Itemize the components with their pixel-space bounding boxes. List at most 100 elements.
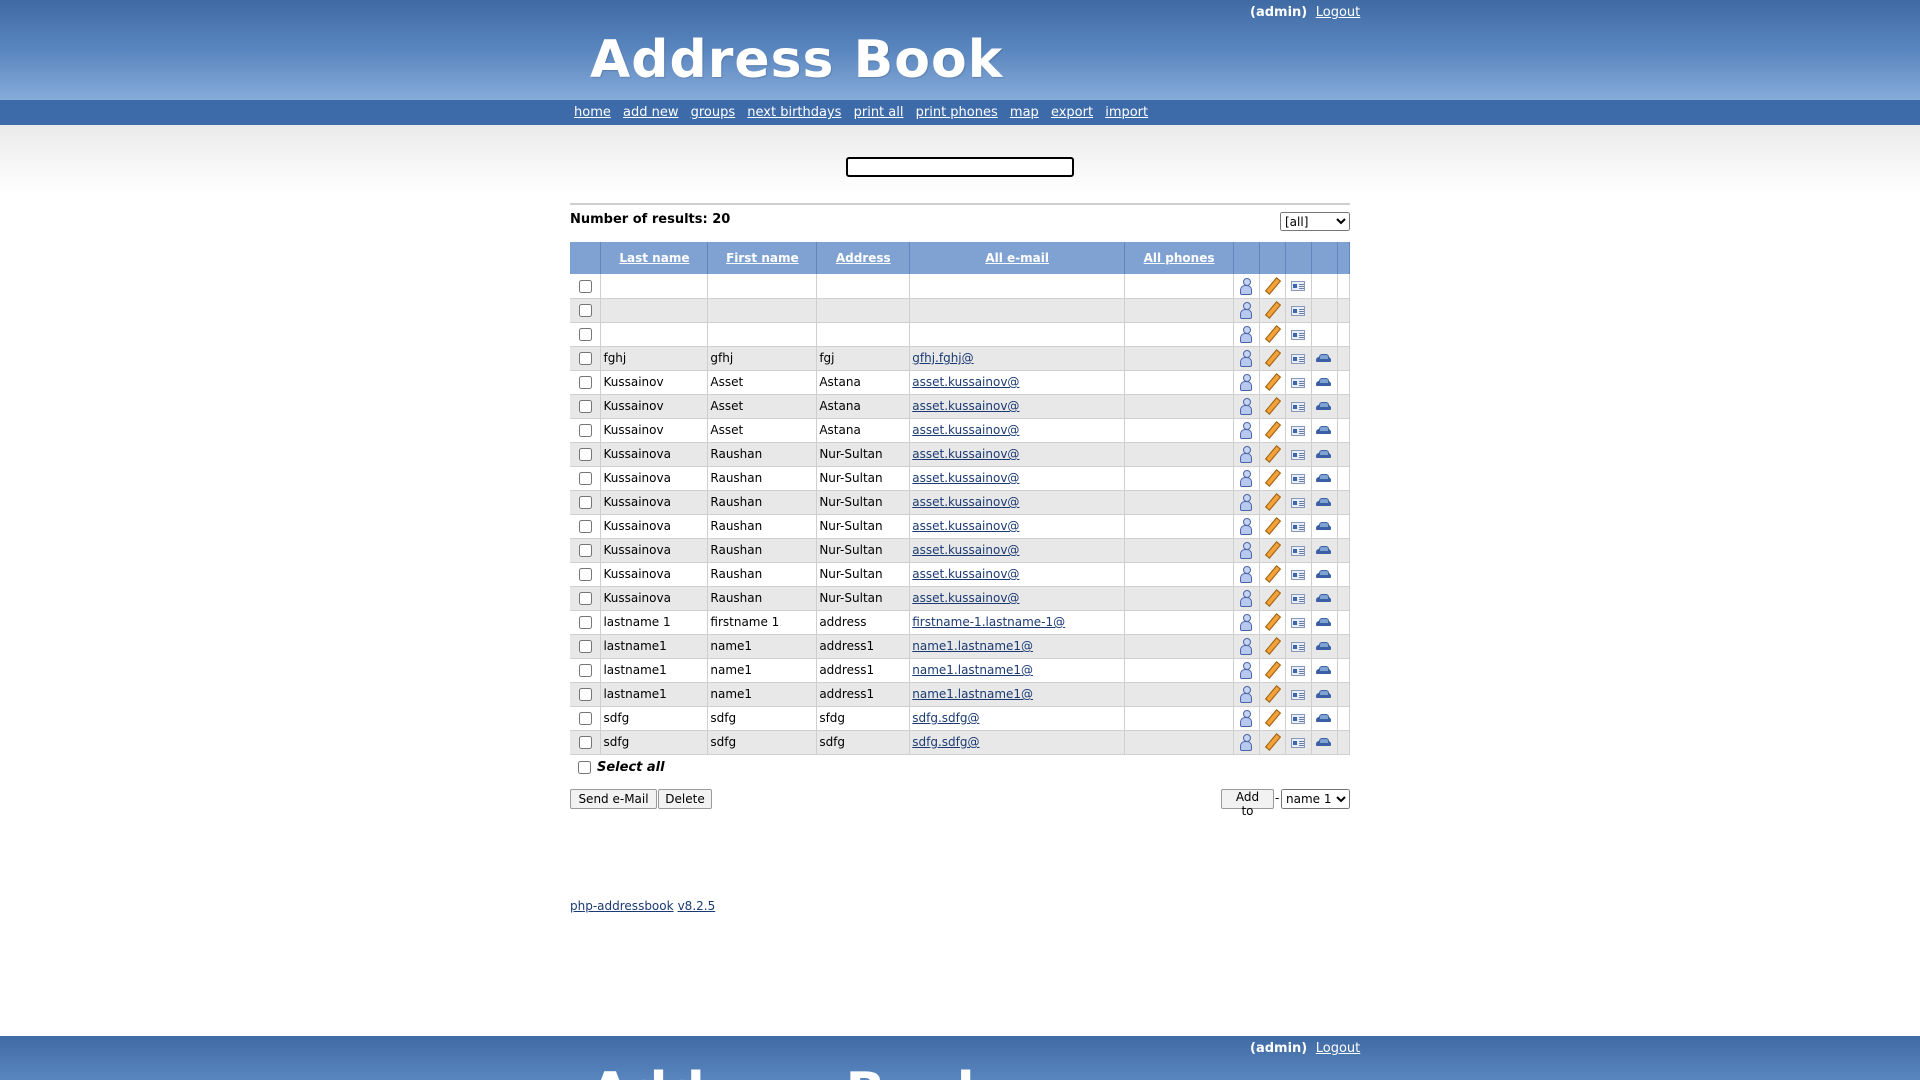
vcard-icon[interactable] [1291, 425, 1306, 436]
row-checkbox[interactable] [578, 424, 592, 437]
row-checkbox[interactable] [578, 520, 592, 533]
map-car-icon[interactable] [1316, 689, 1332, 700]
email-link[interactable]: asset.kussainov@ [912, 399, 1019, 413]
sort-last-name-link[interactable]: Last name [619, 251, 689, 265]
nav-groups[interactable]: groups [691, 105, 736, 120]
send-email-button[interactable]: Send e-Mail [570, 789, 657, 809]
nav-next-birthdays[interactable]: next birthdays [747, 105, 841, 120]
email-link[interactable]: asset.kussainov@ [912, 447, 1019, 461]
map-car-icon[interactable] [1316, 401, 1332, 412]
vcard-icon[interactable] [1291, 305, 1306, 316]
edit-pencil-icon[interactable] [1264, 494, 1280, 510]
search-input[interactable] [846, 157, 1074, 177]
map-car-icon[interactable] [1316, 521, 1332, 532]
edit-pencil-icon[interactable] [1264, 542, 1280, 558]
details-person-icon[interactable] [1240, 686, 1253, 703]
row-checkbox[interactable] [578, 496, 592, 509]
details-person-icon[interactable] [1240, 398, 1253, 415]
email-link[interactable]: name1.lastname1@ [912, 663, 1033, 677]
vcard-icon[interactable] [1291, 281, 1306, 292]
email-link[interactable]: name1.lastname1@ [912, 687, 1033, 701]
footer-logout-link[interactable]: Logout [1316, 1041, 1361, 1056]
sort-phones-link[interactable]: All phones [1144, 251, 1215, 265]
vcard-icon[interactable] [1291, 617, 1306, 628]
row-checkbox[interactable] [578, 279, 592, 293]
edit-pencil-icon[interactable] [1264, 566, 1280, 582]
edit-pencil-icon[interactable] [1264, 710, 1280, 726]
edit-pencil-icon[interactable] [1264, 302, 1280, 318]
vcard-icon[interactable] [1291, 497, 1306, 508]
edit-pencil-icon[interactable] [1264, 326, 1280, 342]
edit-pencil-icon[interactable] [1264, 278, 1280, 294]
email-link[interactable]: asset.kussainov@ [912, 543, 1019, 557]
vcard-icon[interactable] [1291, 641, 1306, 652]
row-checkbox[interactable] [578, 472, 592, 485]
email-link[interactable]: asset.kussainov@ [912, 519, 1019, 533]
row-checkbox[interactable] [578, 736, 592, 749]
details-person-icon[interactable] [1240, 374, 1253, 391]
row-checkbox[interactable] [578, 304, 592, 317]
details-person-icon[interactable] [1240, 662, 1253, 679]
row-checkbox[interactable] [578, 328, 592, 341]
map-car-icon[interactable] [1316, 737, 1332, 748]
row-checkbox[interactable] [578, 712, 592, 725]
details-person-icon[interactable] [1240, 446, 1253, 463]
email-link[interactable]: sdfg.sdfg@ [912, 735, 979, 749]
email-link[interactable]: firstname-1.lastname-1@ [912, 615, 1065, 629]
nav-print-phones[interactable]: print phones [916, 105, 998, 120]
edit-pencil-icon[interactable] [1264, 662, 1280, 678]
add-to-group-button[interactable]: Add to [1221, 789, 1274, 818]
vcard-icon[interactable] [1291, 449, 1306, 460]
row-checkbox[interactable] [578, 688, 592, 701]
edit-pencil-icon[interactable] [1264, 518, 1280, 534]
nav-import[interactable]: import [1105, 105, 1148, 120]
vcard-icon[interactable] [1291, 401, 1306, 412]
nav-add-new[interactable]: add new [623, 105, 678, 120]
row-checkbox[interactable] [578, 664, 592, 677]
map-car-icon[interactable] [1316, 473, 1332, 484]
select-all-checkbox[interactable] [578, 761, 591, 774]
edit-pencil-icon[interactable] [1264, 398, 1280, 414]
row-checkbox[interactable] [578, 376, 592, 389]
edit-pencil-icon[interactable] [1264, 350, 1280, 366]
vcard-icon[interactable] [1291, 329, 1306, 340]
details-person-icon[interactable] [1240, 350, 1253, 367]
version-link[interactable]: v8.2.5 [678, 899, 716, 913]
details-person-icon[interactable] [1240, 326, 1253, 343]
vcard-icon[interactable] [1291, 737, 1306, 748]
row-checkbox[interactable] [578, 400, 592, 413]
vcard-icon[interactable] [1291, 713, 1306, 724]
vcard-icon[interactable] [1291, 689, 1306, 700]
email-link[interactable]: name1.lastname1@ [912, 639, 1033, 653]
edit-pencil-icon[interactable] [1264, 734, 1280, 750]
edit-pencil-icon[interactable] [1264, 374, 1280, 390]
email-link[interactable]: asset.kussainov@ [912, 471, 1019, 485]
details-person-icon[interactable] [1240, 494, 1253, 511]
details-person-icon[interactable] [1240, 302, 1253, 319]
map-car-icon[interactable] [1316, 425, 1332, 436]
sort-first-name-link[interactable]: First name [726, 251, 799, 265]
delete-button[interactable]: Delete [658, 789, 712, 809]
sort-email-link[interactable]: All e-mail [985, 251, 1049, 265]
map-car-icon[interactable] [1316, 569, 1332, 580]
edit-pencil-icon[interactable] [1264, 614, 1280, 630]
row-checkbox[interactable] [578, 448, 592, 461]
details-person-icon[interactable] [1240, 734, 1253, 751]
vcard-icon[interactable] [1291, 545, 1306, 556]
map-car-icon[interactable] [1316, 593, 1332, 604]
email-link[interactable]: asset.kussainov@ [912, 423, 1019, 437]
row-checkbox[interactable] [578, 592, 592, 605]
vcard-icon[interactable] [1291, 377, 1306, 388]
map-car-icon[interactable] [1316, 641, 1332, 652]
map-car-icon[interactable] [1316, 353, 1332, 364]
row-checkbox[interactable] [578, 640, 592, 653]
nav-map[interactable]: map [1010, 105, 1039, 120]
map-car-icon[interactable] [1316, 377, 1332, 388]
edit-pencil-icon[interactable] [1264, 590, 1280, 606]
nav-export[interactable]: export [1051, 105, 1093, 120]
app-name-link[interactable]: php-addressbook [570, 899, 674, 913]
email-link[interactable]: asset.kussainov@ [912, 567, 1019, 581]
details-person-icon[interactable] [1240, 638, 1253, 655]
details-person-icon[interactable] [1240, 710, 1253, 727]
details-person-icon[interactable] [1240, 277, 1253, 295]
